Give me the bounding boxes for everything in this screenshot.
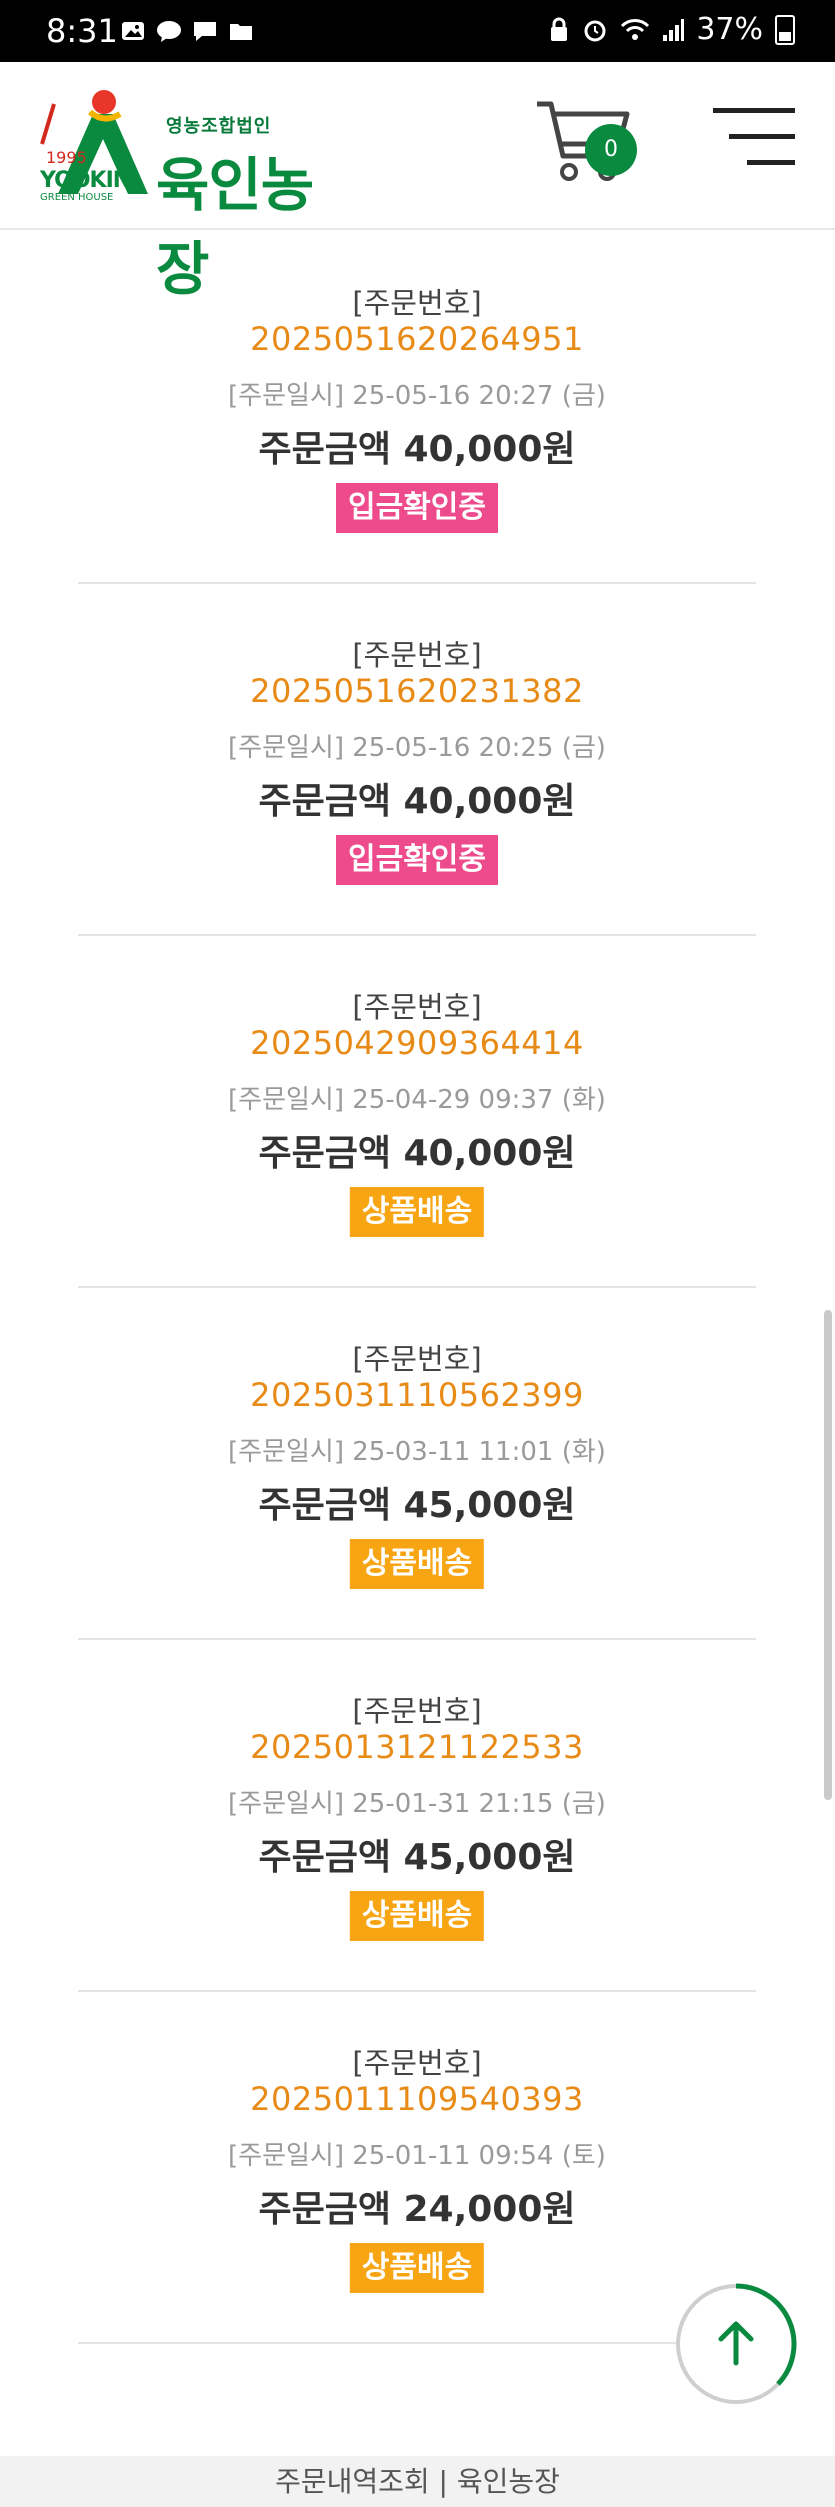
status-time: 8:31 [46, 12, 118, 50]
wifi-icon [621, 18, 650, 40]
order-amount: 주문금액 45,000원 [258, 1837, 576, 1878]
order-number[interactable]: 2025051620264951 [78, 320, 756, 358]
order-item[interactable]: [주문번호] 2025051620231382 [주문일시] 25-05-16 … [78, 582, 756, 936]
status-badge: 입금확인중 [336, 483, 498, 533]
status-badge: 상품배송 [349, 1187, 485, 1237]
status-badge: 상품배송 [349, 1891, 485, 1941]
talk-icon [157, 21, 181, 42]
order-number[interactable]: 2025013121122533 [78, 1728, 756, 1766]
page-scrollbar[interactable] [824, 1310, 832, 1800]
order-date: [주문일시] 25-01-31 21:15 (금) [228, 1789, 606, 1819]
cart-count-badge[interactable]: 0 [585, 124, 637, 176]
logo-year: 1995 [46, 148, 87, 167]
order-number[interactable]: 2025031110562399 [78, 1376, 756, 1414]
scroll-to-top-button[interactable] [675, 2283, 797, 2405]
order-amount: 주문금액 40,000원 [258, 1133, 576, 1174]
order-item[interactable]: [주문번호] 2025051620264951 [주문일시] 25-05-16 … [78, 230, 756, 584]
battery-percent: 37% [696, 12, 763, 47]
order-item[interactable]: [주문번호] 2025013121122533 [주문일시] 25-01-31 … [78, 1638, 756, 1992]
hamburger-menu-icon[interactable] [713, 104, 795, 168]
order-date: [주문일시] 25-05-16 20:27 (금) [228, 381, 606, 411]
order-date: [주문일시] 25-05-16 20:25 (금) [228, 733, 606, 763]
order-item[interactable]: [주문번호] 2025011109540393 [주문일시] 25-01-11 … [78, 1990, 756, 2344]
order-amount: 주문금액 40,000원 [258, 781, 576, 822]
gallery-icon [122, 22, 144, 40]
order-number[interactable]: 2025051620231382 [78, 672, 756, 710]
folder-icon [230, 24, 252, 40]
order-item[interactable]: [주문번호] 2025042909364414 [주문일시] 25-04-29 … [78, 934, 756, 1288]
order-amount: 주문금액 24,000원 [258, 2189, 576, 2230]
order-number-label: [주문번호] [352, 638, 482, 672]
order-amount: 주문금액 45,000원 [258, 1485, 576, 1526]
order-number-label: [주문번호] [352, 1694, 482, 1728]
site-logo[interactable]: 영농조합법인 육인농장 1995 YOOKIN GREEN HOUSE [38, 84, 358, 303]
status-bar: 8:31 37% [0, 0, 835, 62]
order-number-label: [주문번호] [352, 990, 482, 1024]
order-date: [주문일시] 25-03-11 11:01 (화) [228, 1437, 606, 1467]
lock-icon [551, 17, 568, 41]
order-number[interactable]: 2025011109540393 [78, 2080, 756, 2118]
logo-english-sub: GREEN HOUSE [40, 192, 114, 203]
order-number-label: [주문번호] [352, 1342, 482, 1376]
order-date: [주문일시] 25-01-11 09:54 (토) [228, 2141, 606, 2171]
alarm-icon [584, 20, 606, 41]
order-number-label: [주문번호] [352, 2046, 482, 2080]
page-footer: 주문내역조회 | 육인농장 [0, 2456, 835, 2507]
logo-subtitle: 영농조합법인 [166, 116, 272, 137]
order-date: [주문일시] 25-04-29 09:37 (화) [228, 1085, 606, 1115]
status-badge: 상품배송 [349, 1539, 485, 1589]
order-amount: 주문금액 40,000원 [258, 429, 576, 470]
order-number[interactable]: 2025042909364414 [78, 1024, 756, 1062]
site-header: 영농조합법인 육인농장 1995 YOOKIN GREEN HOUSE 0 [0, 62, 835, 303]
footer-text: 주문내역조회 | 육인농장 [275, 2465, 560, 2498]
status-badge: 상품배송 [349, 2243, 485, 2293]
message-icon [194, 22, 216, 41]
battery-icon [775, 14, 795, 45]
order-item[interactable]: [주문번호] 2025031110562399 [주문일시] 25-03-11 … [78, 1286, 756, 1640]
order-number-label: [주문번호] [352, 286, 482, 320]
status-badge: 입금확인중 [336, 835, 498, 885]
signal-icon [663, 18, 685, 41]
logo-english: YOOKIN [40, 168, 131, 193]
